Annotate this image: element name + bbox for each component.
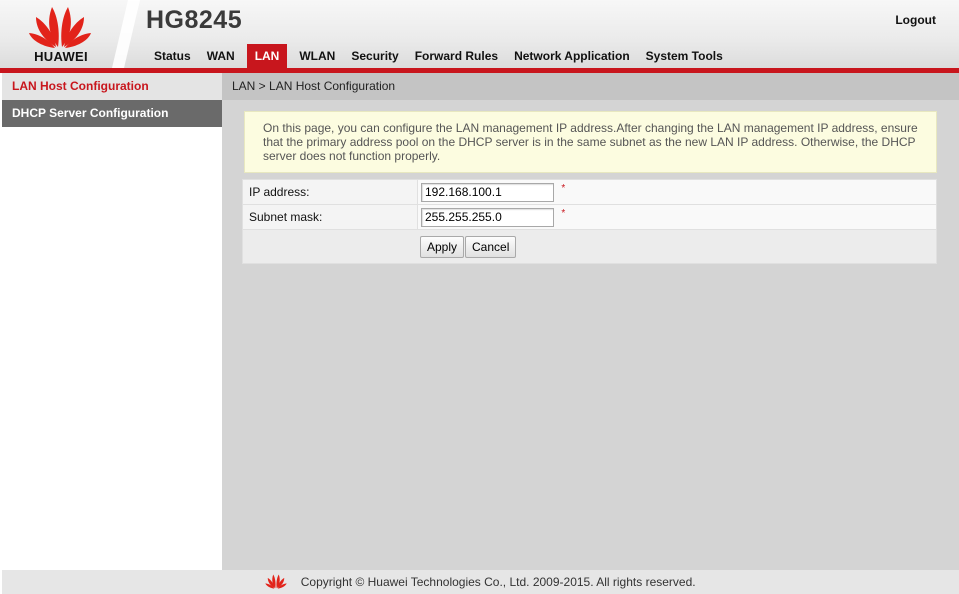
ip-address-input[interactable] [421, 182, 554, 202]
ip-address-label: IP address: [242, 179, 418, 205]
huawei-petal-logo-icon [29, 7, 91, 48]
required-marker: * [561, 207, 566, 219]
required-marker: * [561, 182, 566, 194]
footer: Copyright © Huawei Technologies Co., Ltd… [2, 570, 959, 594]
brand-logo-text: HUAWEI [34, 49, 88, 64]
ip-address-cell: * [417, 179, 937, 205]
sidebar-item-dhcp-server-configuration[interactable]: DHCP Server Configuration [2, 100, 222, 127]
huawei-footer-logo-icon [265, 574, 288, 589]
nav-tab-forward-rules[interactable]: Forward Rules [407, 44, 506, 68]
logout-link[interactable]: Logout [895, 13, 936, 27]
sidebar: LAN Host Configuration DHCP Server Confi… [2, 73, 222, 570]
nav-tab-security[interactable]: Security [343, 44, 406, 68]
nav-tab-wan[interactable]: WAN [199, 44, 243, 68]
info-notice: On this page, you can configure the LAN … [244, 111, 937, 173]
cancel-button[interactable]: Cancel [465, 236, 517, 258]
nav-tab-system-tools[interactable]: System Tools [638, 44, 731, 68]
breadcrumb: LAN > LAN Host Configuration [222, 73, 959, 100]
copyright-text: Copyright © Huawei Technologies Co., Ltd… [300, 575, 696, 589]
sidebar-item-lan-host-configuration[interactable]: LAN Host Configuration [2, 73, 222, 100]
subnet-mask-cell: * [417, 204, 937, 230]
model-title: HG8245 [146, 6, 243, 34]
top-header: HUAWEI HG8245 Logout Status WAN LAN WLAN… [0, 0, 959, 68]
form-button-row: Apply Cancel [242, 230, 937, 264]
header-divider [112, 0, 140, 68]
form-row-subnet-mask: Subnet mask: * [242, 204, 937, 230]
subnet-mask-input[interactable] [421, 207, 554, 227]
subnet-mask-label: Subnet mask: [242, 204, 418, 230]
nav-tab-wlan[interactable]: WLAN [291, 44, 343, 68]
form-row-ip-address: IP address: * [242, 179, 937, 205]
main-content: LAN > LAN Host Configuration On this pag… [222, 73, 959, 570]
main-nav: Status WAN LAN WLAN Security Forward Rul… [146, 44, 731, 68]
lan-host-form: IP address: * Subnet mask: * [242, 179, 937, 230]
nav-tab-lan[interactable]: LAN [246, 44, 288, 68]
apply-button[interactable]: Apply [420, 236, 465, 258]
nav-tab-status[interactable]: Status [146, 44, 199, 68]
nav-tab-network-application[interactable]: Network Application [506, 44, 638, 68]
brand-logo: HUAWEI [0, 0, 128, 68]
